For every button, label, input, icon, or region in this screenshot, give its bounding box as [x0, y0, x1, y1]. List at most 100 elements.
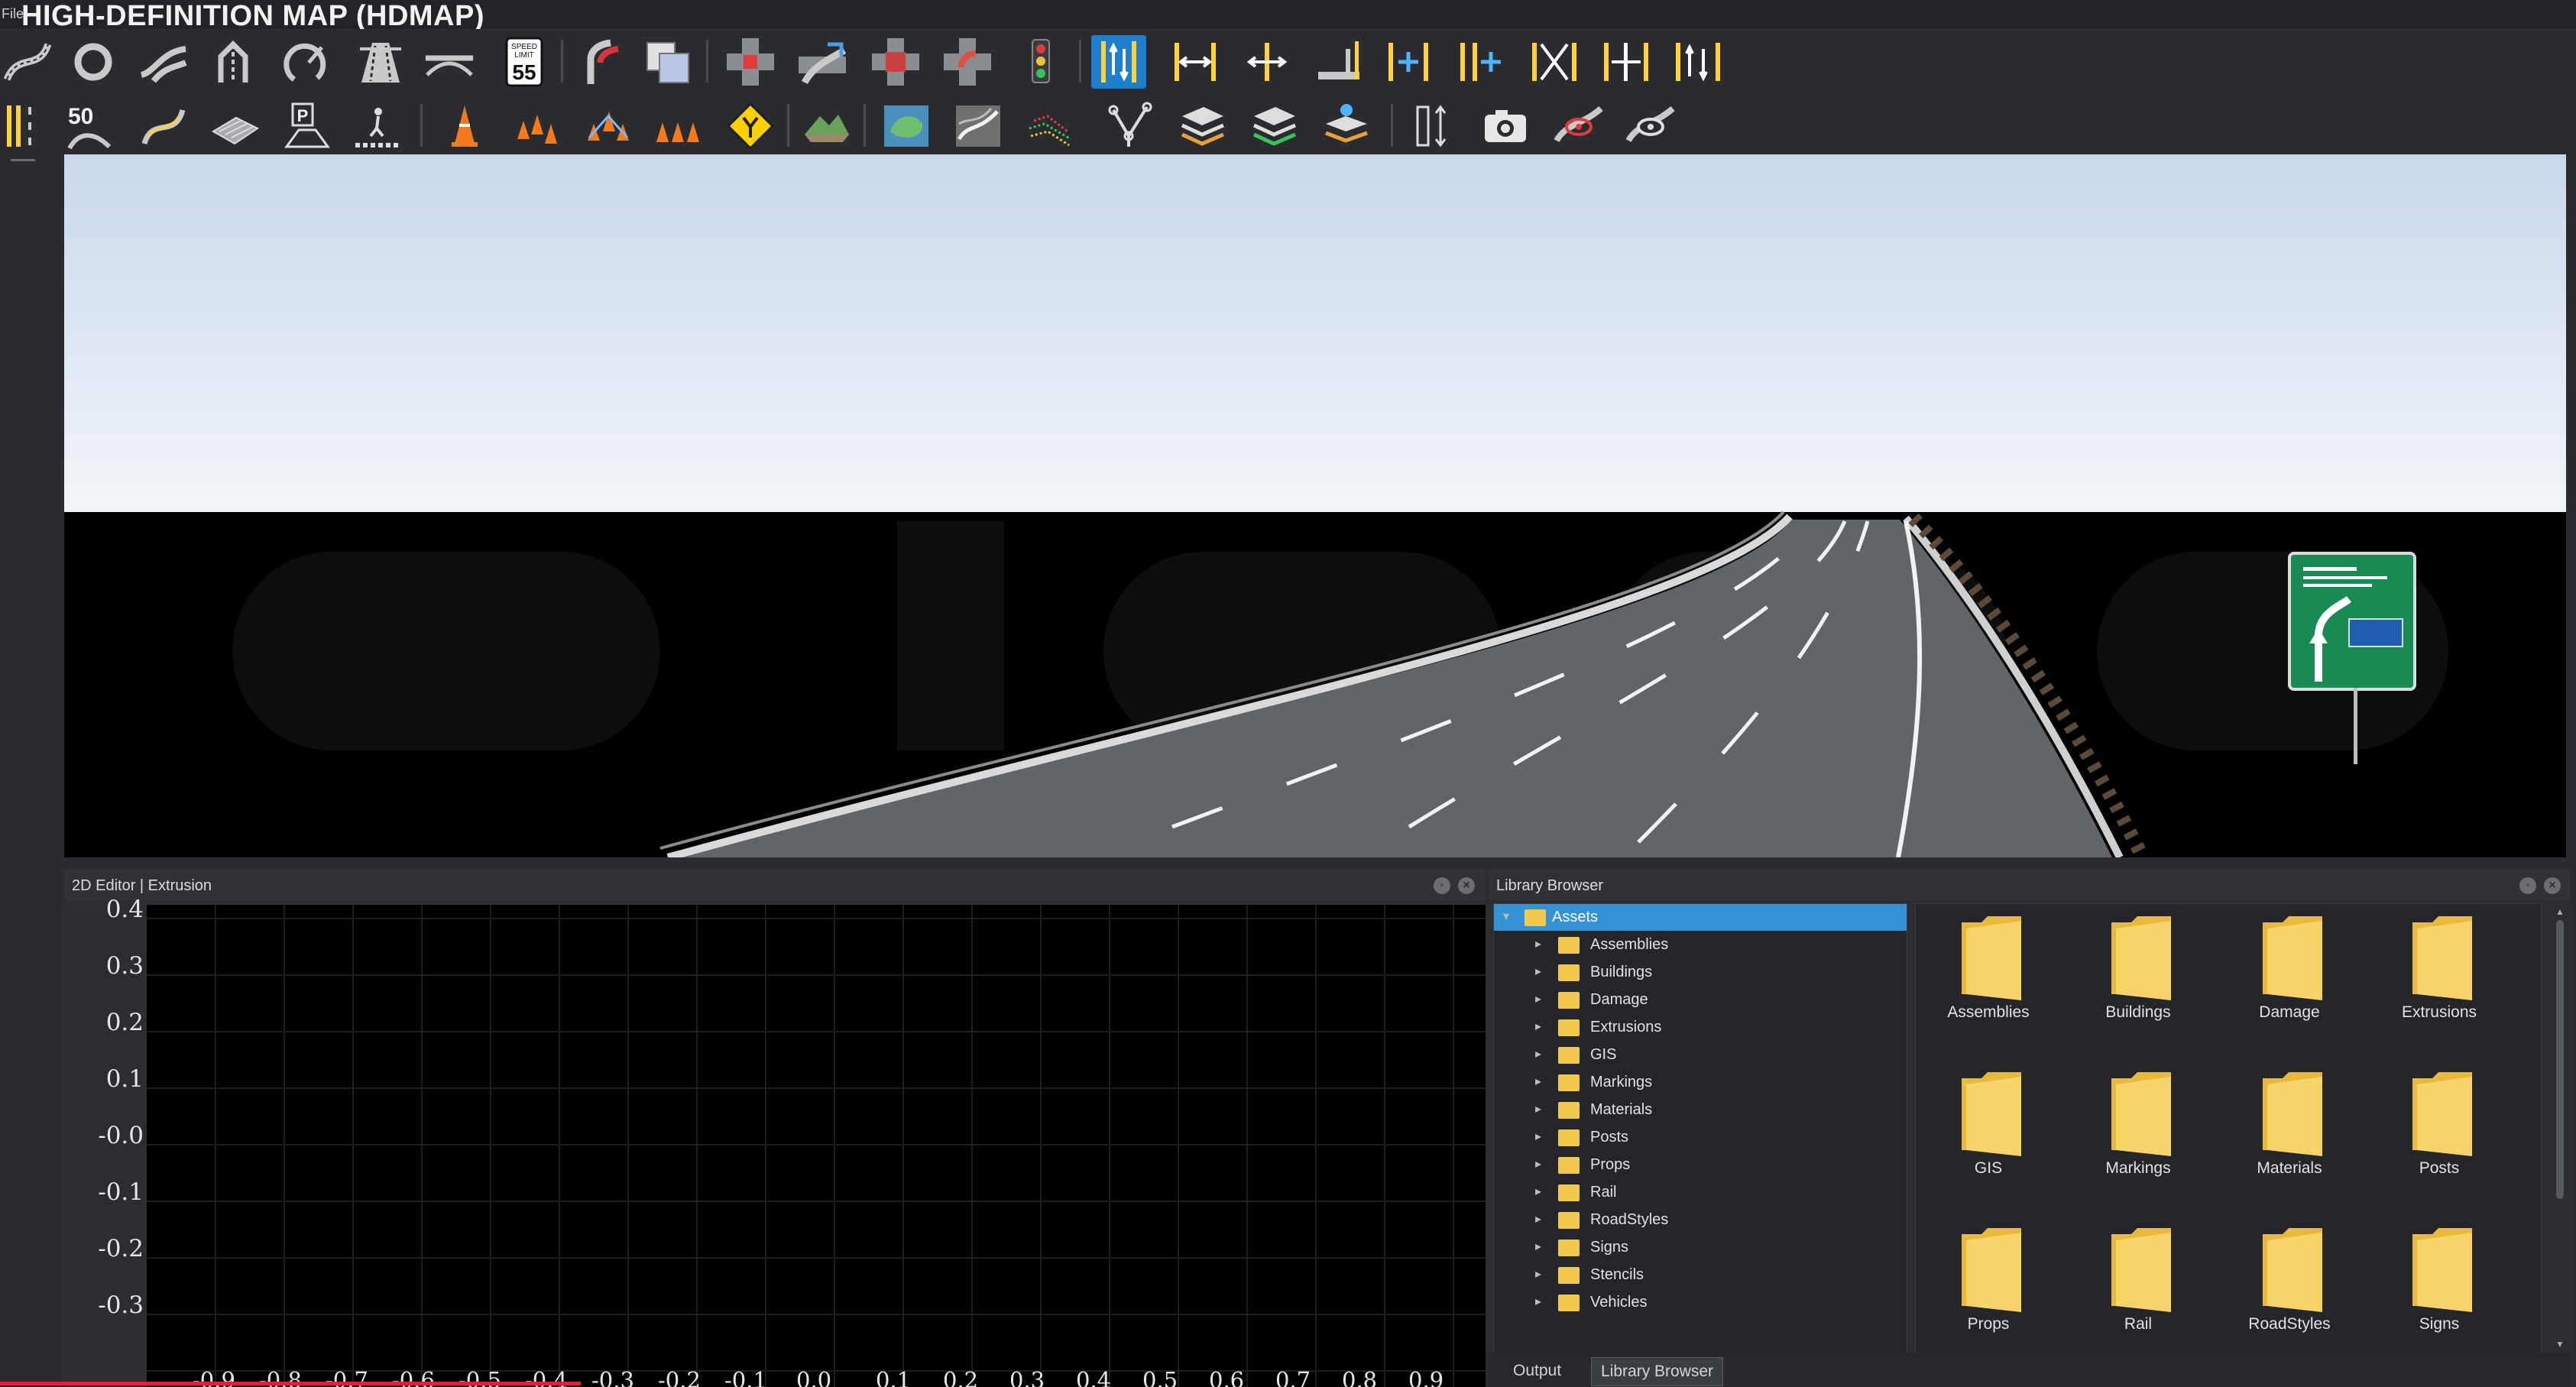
lane-select-icon[interactable]: [1091, 35, 1146, 89]
lane-form-icon[interactable]: [1311, 35, 1366, 89]
layers-road-icon[interactable]: [640, 35, 695, 89]
expand-chevron-icon[interactable]: ▸: [1535, 1101, 1546, 1116]
tree-item[interactable]: ▸ Materials: [1494, 1097, 1907, 1123]
folder-tile[interactable]: GIS: [1916, 1060, 2061, 1205]
road-stack-icon[interactable]: [1175, 99, 1230, 153]
speed-limit-sign-icon[interactable]: SPEED LIMIT 55: [497, 35, 552, 89]
tree-item-assets[interactable]: ▾ Assets: [1494, 904, 1907, 931]
circle-road-icon[interactable]: [281, 35, 336, 89]
scroll-up-icon[interactable]: ▲: [2555, 906, 2565, 917]
multilane-road-icon[interactable]: [353, 35, 408, 89]
float-panel-icon[interactable]: ◦: [2519, 877, 2536, 894]
lane-marking-icon[interactable]: [0, 99, 55, 153]
vertical-scrollbar[interactable]: ▲ ▼: [2555, 906, 2565, 1350]
speed-50-road-icon[interactable]: 50: [61, 99, 116, 153]
lane-swap-icon[interactable]: [1527, 35, 1582, 89]
road-eye-icon[interactable]: [1623, 99, 1678, 153]
expand-chevron-icon[interactable]: ▸: [1535, 1239, 1546, 1254]
tree-item[interactable]: ▸ Extrusions: [1494, 1014, 1907, 1041]
tab-library-browser[interactable]: Library Browser: [1591, 1357, 1724, 1386]
camera-icon[interactable]: [1478, 99, 1533, 153]
roundabout-icon[interactable]: [66, 35, 121, 89]
expand-chevron-icon[interactable]: ▸: [1535, 1266, 1546, 1282]
expand-chevron-icon[interactable]: ▸: [1535, 964, 1546, 979]
expand-chevron-icon[interactable]: ▸: [1535, 991, 1546, 1006]
tree-item[interactable]: ▸ Posts: [1494, 1124, 1907, 1151]
lane-insert-icon[interactable]: [1239, 35, 1294, 89]
road-layer-icon[interactable]: [1247, 99, 1302, 153]
traffic-light-icon[interactable]: [1013, 35, 1068, 89]
tree-item[interactable]: ▸ Damage: [1494, 987, 1907, 1013]
road-curve-icon[interactable]: [0, 35, 55, 89]
lane-width-icon[interactable]: [1168, 35, 1223, 89]
expand-chevron-icon[interactable]: ▸: [1535, 1129, 1546, 1144]
crosswalk-icon[interactable]: [350, 99, 405, 153]
expand-chevron-icon[interactable]: ▸: [1535, 1184, 1546, 1199]
lane-add-left-icon[interactable]: [1383, 35, 1438, 89]
tree-item[interactable]: ▸ Stencils: [1494, 1262, 1907, 1288]
float-panel-icon[interactable]: ◦: [1434, 877, 1450, 894]
folder-tile[interactable]: Signs: [2367, 1216, 2512, 1361]
expand-chevron-icon[interactable]: ▸: [1535, 1156, 1546, 1171]
cones-cluster-icon[interactable]: [581, 99, 636, 153]
turn-junction-icon[interactable]: [940, 35, 995, 89]
menu-file[interactable]: File: [2, 6, 24, 22]
tree-item[interactable]: ▸ Signs: [1494, 1234, 1907, 1261]
expand-chevron-icon[interactable]: ▸: [1535, 1294, 1546, 1309]
road-view-icon[interactable]: [1551, 99, 1606, 153]
expand-chevron-icon[interactable]: ▾: [1503, 909, 1514, 924]
warning-sign-icon[interactable]: [723, 99, 778, 153]
crossing-icon[interactable]: [868, 35, 923, 89]
bridge-icon[interactable]: [422, 35, 477, 89]
folder-tile[interactable]: Props: [1916, 1216, 2061, 1361]
expand-chevron-icon[interactable]: ▸: [1535, 936, 1546, 951]
vertex-edit-icon[interactable]: [1103, 99, 1158, 153]
tree-item[interactable]: ▸ Markings: [1494, 1069, 1907, 1096]
terrain-icon[interactable]: [799, 99, 854, 153]
layer-pin-icon[interactable]: [1319, 99, 1374, 153]
folder-tile[interactable]: RoadStyles: [2217, 1216, 2362, 1361]
folder-tile[interactable]: Buildings: [2066, 904, 2211, 1049]
tree-item[interactable]: ▸ RoadStyles: [1494, 1207, 1907, 1233]
scroll-down-icon[interactable]: ▼: [2555, 1339, 2565, 1350]
lane-split-icon[interactable]: [205, 35, 260, 89]
lane-add-right-icon[interactable]: [1455, 35, 1510, 89]
s-curve-icon[interactable]: [136, 99, 191, 153]
tree-item[interactable]: ▸ Rail: [1494, 1179, 1907, 1206]
extrusion-canvas[interactable]: [147, 905, 1486, 1387]
lane-merge-marker-icon[interactable]: [1670, 35, 1725, 89]
cone-icon[interactable]: [437, 99, 492, 153]
lane-split-marker-icon[interactable]: [1599, 35, 1654, 89]
scrollbar-thumb[interactable]: [2556, 920, 2564, 1199]
expand-chevron-icon[interactable]: ▸: [1535, 1046, 1546, 1061]
tree-item[interactable]: ▸ Assemblies: [1494, 932, 1907, 958]
ramp-icon[interactable]: [573, 35, 628, 89]
folder-tile[interactable]: Damage: [2217, 904, 2362, 1049]
heightmap-icon[interactable]: [951, 99, 1006, 153]
folder-tile[interactable]: Rail: [2066, 1216, 2211, 1361]
cones-row-icon[interactable]: [507, 99, 562, 153]
tree-item[interactable]: ▸ GIS: [1494, 1042, 1907, 1068]
parking-icon[interactable]: P: [280, 99, 335, 153]
close-panel-icon[interactable]: ×: [2544, 877, 2561, 894]
cones-line-icon[interactable]: [651, 99, 706, 153]
folder-tile[interactable]: Markings: [2066, 1060, 2211, 1205]
folder-tile[interactable]: Extrusions: [2367, 904, 2512, 1049]
dock-handle[interactable]: [11, 159, 35, 161]
folder-tile[interactable]: Assemblies: [1916, 904, 2061, 1049]
surface-icon[interactable]: [208, 99, 263, 153]
expand-chevron-icon[interactable]: ▸: [1535, 1211, 1546, 1227]
folder-tile[interactable]: Posts: [2367, 1060, 2512, 1205]
intersection-icon[interactable]: [723, 35, 778, 89]
tree-item[interactable]: ▸ Buildings: [1494, 959, 1907, 986]
close-panel-icon[interactable]: ×: [1458, 877, 1475, 894]
expand-chevron-icon[interactable]: ▸: [1535, 1074, 1546, 1089]
3d-viewport[interactable]: [64, 154, 2566, 857]
folder-tile[interactable]: Materials: [2217, 1060, 2362, 1205]
junction-road-icon[interactable]: [136, 35, 191, 89]
map-tile-icon[interactable]: [879, 99, 934, 153]
tab-output[interactable]: Output: [1504, 1357, 1570, 1385]
pointcloud-icon[interactable]: [1022, 99, 1077, 153]
expand-chevron-icon[interactable]: ▸: [1535, 1019, 1546, 1034]
tree-item[interactable]: ▸ Props: [1494, 1152, 1907, 1178]
